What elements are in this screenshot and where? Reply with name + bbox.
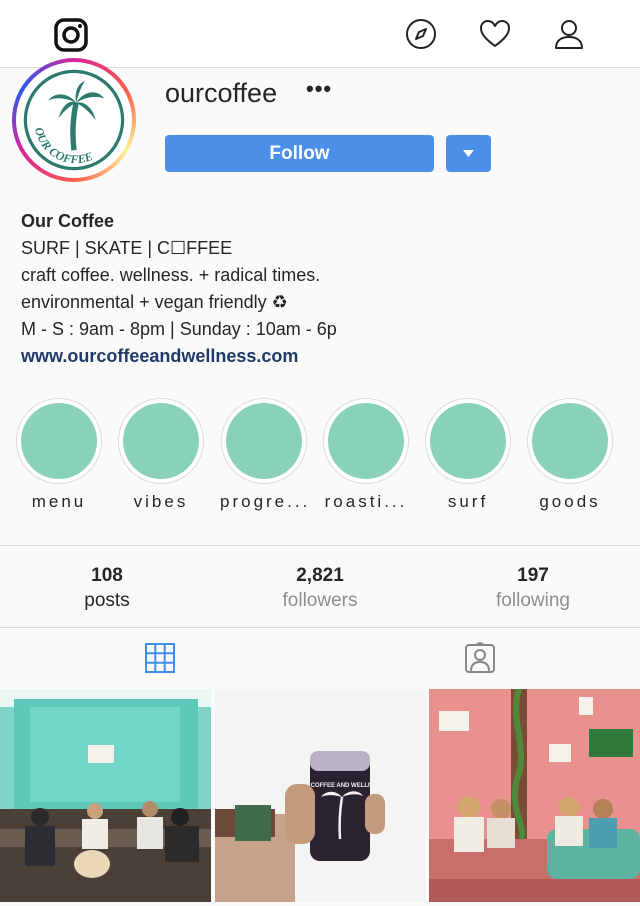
avatar-frame: OUR COFFEE [16, 62, 132, 178]
bio-line: M - S : 9am - 8pm | Sunday : 10am - 6p [21, 319, 337, 339]
following-count[interactable]: 197 following [453, 563, 613, 613]
post-thumbnail-3[interactable] [429, 689, 640, 902]
highlight-cover [532, 403, 608, 479]
highlight-cover [21, 403, 97, 479]
following-number: 197 [517, 565, 549, 586]
highlight-cover [430, 403, 506, 479]
suggested-accounts-dropdown-button[interactable] [446, 135, 491, 172]
profile-bio: Our Coffee SURF | SKATE | C☐FFEE craft c… [21, 208, 337, 370]
followers-number: 2,821 [296, 565, 344, 586]
triangle-down-icon [463, 150, 474, 157]
highlight-label: menu [31, 492, 87, 511]
instagram-logo-icon[interactable] [53, 17, 89, 53]
profile-display-name: Our Coffee [21, 211, 115, 231]
grid-icon[interactable] [144, 642, 176, 674]
highlight-menu[interactable]: menu [15, 398, 103, 512]
tagged-person-icon[interactable] [464, 642, 496, 674]
highlight-label: vibes [133, 492, 189, 511]
more-options-button[interactable]: ••• [306, 76, 332, 102]
highlight-cover [226, 403, 302, 479]
posts-number: 108 [91, 565, 123, 586]
bio-line: environmental + vegan friendly ♻ [21, 292, 288, 312]
avatar-logo: OUR COFFEE [20, 66, 128, 174]
highlight-vibes[interactable]: vibes [117, 398, 205, 512]
top-nav-bar [0, 0, 640, 68]
highlight-goods[interactable]: goods [526, 398, 614, 512]
bio-line: craft coffee. wellness. + radical times. [21, 265, 321, 285]
compass-icon[interactable] [404, 17, 438, 51]
profile-avatar[interactable]: OUR COFFEE [12, 58, 136, 182]
follow-button[interactable]: Follow [165, 135, 434, 172]
highlight-surf[interactable]: surf [424, 398, 512, 512]
posts-label: posts [84, 590, 130, 611]
post-thumbnail-1[interactable] [0, 689, 211, 902]
highlight-cover [328, 403, 404, 479]
highlight-label: roasti... [324, 492, 408, 511]
post-thumbnail-2[interactable]: OUR COFFEE AND WELLNESS [215, 689, 426, 902]
followers-label: followers [282, 590, 358, 611]
highlight-label: goods [539, 492, 601, 511]
highlight-cover [123, 403, 199, 479]
bio-website-link[interactable]: www.ourcoffeeandwellness.com [21, 343, 337, 370]
story-highlights: menu vibes progre... roasti... surf good… [0, 398, 640, 528]
highlight-progress[interactable]: progre... [220, 398, 308, 512]
following-label: following [496, 590, 570, 611]
highlight-roasting[interactable]: roasti... [322, 398, 410, 512]
highlight-label: progre... [220, 492, 311, 511]
followers-count[interactable]: 2,821 followers [240, 563, 400, 613]
highlight-label: surf [447, 492, 489, 511]
profile-tabs [0, 628, 640, 688]
heart-icon[interactable] [478, 17, 512, 51]
profile-stats: 108 posts 2,821 followers 197 following [0, 545, 640, 628]
profile-username: ourcoffee [165, 78, 278, 108]
bio-line: SURF | SKATE | C☐FFEE [21, 238, 233, 258]
posts-grid: OUR COFFEE AND WELLNESS [0, 689, 640, 906]
posts-count[interactable]: 108 posts [27, 563, 187, 613]
user-icon[interactable] [552, 17, 586, 51]
